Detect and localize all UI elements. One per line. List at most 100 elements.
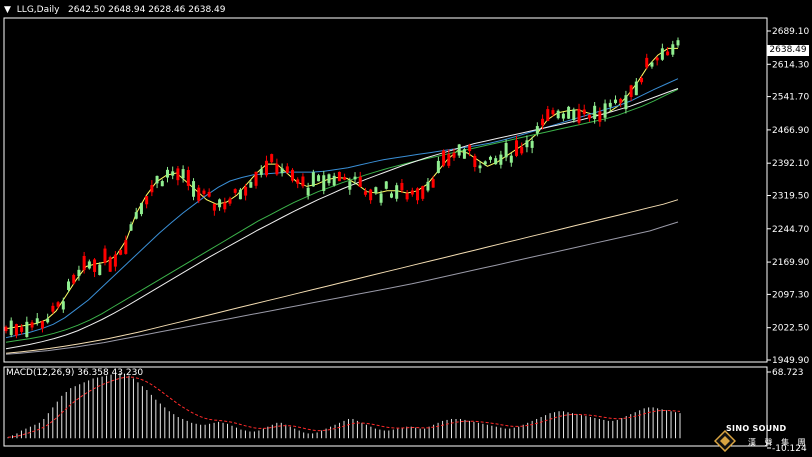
- candle-body: [405, 193, 409, 200]
- candle-body: [98, 264, 102, 276]
- candle-body: [546, 109, 550, 121]
- candle-body: [395, 185, 399, 199]
- candle-body: [494, 158, 498, 165]
- logo-wordmark: SINO SOUND: [726, 424, 787, 433]
- candle-body: [155, 175, 159, 184]
- candle-body: [421, 186, 425, 199]
- candle-body: [311, 172, 315, 187]
- candle-body: [40, 321, 44, 329]
- candle-body: [468, 145, 472, 152]
- diamond-logo-icon: [714, 430, 736, 452]
- candle-body: [577, 108, 581, 123]
- candle-body: [567, 106, 571, 119]
- candle-body: [400, 182, 404, 191]
- y-tick-label: 2097.30: [772, 290, 809, 300]
- candle-body: [598, 111, 602, 122]
- candle-body: [556, 110, 560, 119]
- candle-body: [207, 191, 211, 197]
- triangle-down-icon[interactable]: ▼: [4, 5, 11, 15]
- candle-body: [613, 99, 617, 104]
- ohlc-values: 2642.50 2648.94 2628.46 2638.49: [68, 5, 226, 15]
- candle-body: [655, 57, 659, 61]
- candle-body: [202, 190, 206, 194]
- candle-body: [51, 305, 55, 312]
- candle-body: [322, 175, 326, 191]
- candle-body: [369, 189, 373, 201]
- y-tick-label: 2392.10: [772, 159, 809, 169]
- candle-body: [9, 320, 13, 335]
- candle-body: [379, 193, 383, 203]
- candle-body: [384, 181, 388, 189]
- y-tick-label: 2244.70: [772, 225, 809, 235]
- candle-body: [593, 105, 597, 120]
- y-tick-label: 2466.90: [772, 126, 809, 136]
- candle-body: [530, 141, 534, 148]
- candle-body: [327, 174, 331, 184]
- candle-body: [603, 103, 607, 118]
- candle-body: [30, 322, 34, 328]
- macd-y-tick-label: 68.723: [772, 368, 804, 378]
- candle-body: [535, 126, 539, 134]
- candle-body: [660, 48, 664, 60]
- candle-body: [212, 203, 216, 211]
- candle-body: [650, 62, 654, 67]
- candle-body: [499, 154, 503, 165]
- candle-body: [228, 198, 232, 204]
- y-tick-label: 2169.90: [772, 258, 809, 268]
- candle-body: [275, 163, 279, 175]
- candle-body: [447, 153, 451, 166]
- candle-body: [645, 57, 649, 68]
- candle-body: [218, 199, 222, 208]
- candle-body: [254, 171, 258, 186]
- candle-body: [14, 324, 18, 336]
- candle-body: [426, 181, 430, 191]
- candle-body: [280, 168, 284, 174]
- candle-body: [4, 326, 8, 332]
- candle-body: [504, 142, 508, 158]
- y-tick-label: 2689.10: [772, 27, 809, 37]
- candle-body: [457, 144, 461, 156]
- candle-body: [108, 257, 112, 272]
- candle-body: [358, 176, 362, 188]
- candle-body: [389, 193, 393, 198]
- candle-body: [436, 160, 440, 173]
- candle-body: [572, 109, 576, 120]
- candle-body: [93, 259, 97, 272]
- candle-body: [551, 110, 555, 115]
- candle-body: [561, 113, 565, 119]
- candle-body: [509, 155, 513, 163]
- candle-body: [171, 171, 175, 176]
- candle-body: [119, 249, 123, 255]
- candle-body: [452, 152, 456, 158]
- candle-body: [337, 171, 341, 182]
- candle-body: [634, 81, 638, 96]
- y-tick-label: 1949.90: [772, 356, 809, 366]
- ma-line-2: [5, 78, 679, 339]
- current-price-tag: 2638.49: [767, 45, 809, 56]
- candle-body: [374, 187, 378, 194]
- candle-body: [582, 109, 586, 115]
- candle-body: [410, 190, 414, 195]
- candle-body: [301, 176, 305, 187]
- candle-body: [676, 40, 680, 46]
- candle-body: [619, 98, 623, 103]
- candle-body: [332, 175, 336, 186]
- candle-body: [25, 321, 29, 338]
- macd-header: MACD(12,26,9) 36.358 43.230: [6, 368, 144, 378]
- y-tick-label: 2022.50: [772, 324, 809, 334]
- candle-body: [520, 146, 524, 154]
- ma-line-4: [5, 88, 679, 350]
- candle-body: [488, 156, 492, 160]
- candle-body: [233, 189, 237, 193]
- candle-body: [473, 155, 477, 168]
- candle-body: [264, 160, 268, 176]
- candle-body: [483, 161, 487, 165]
- chart-header: ▼ LLG,Daily 2642.50 2648.94 2628.46 2638…: [4, 5, 225, 15]
- candle-body: [462, 149, 466, 159]
- candle-body: [87, 261, 91, 269]
- ma-line-5: [5, 199, 679, 354]
- candle-body: [82, 255, 86, 271]
- candle-body: [608, 102, 612, 107]
- candle-body: [363, 191, 367, 195]
- candle-body: [160, 181, 164, 187]
